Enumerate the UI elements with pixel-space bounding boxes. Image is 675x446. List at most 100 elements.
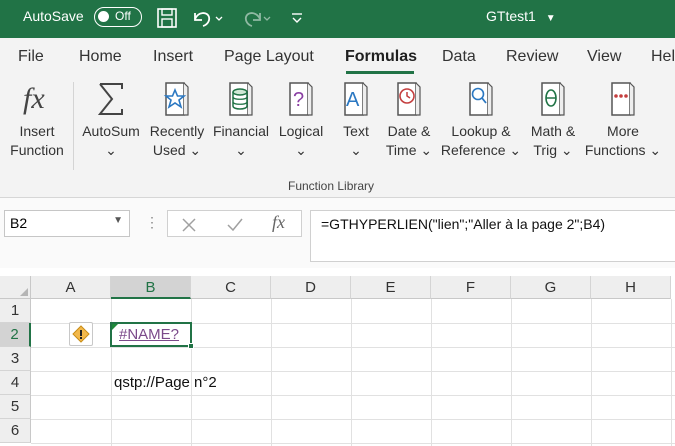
svg-text:fx: fx: [23, 82, 45, 115]
magnifier-icon: [469, 82, 493, 116]
date-time-label-1: Date &: [387, 123, 431, 139]
more-functions-button[interactable]: More Functions ⌄: [584, 80, 662, 160]
save-icon[interactable]: [155, 5, 179, 31]
recently-used-icon: [163, 82, 189, 116]
row-header-2[interactable]: 2: [0, 323, 31, 347]
date-time-label-2: Time ⌄: [385, 142, 433, 158]
name-box-value: B2: [10, 215, 28, 231]
name-box[interactable]: B2 ▼: [4, 210, 130, 237]
text-label-2: ⌄: [350, 142, 362, 158]
tab-file[interactable]: File: [18, 48, 44, 66]
cell-b2-value[interactable]: #NAME?: [119, 326, 179, 343]
fx-icon: fx: [23, 82, 45, 115]
insert-function-label-1: Insert: [19, 123, 55, 139]
enter-icon[interactable]: [226, 216, 244, 234]
clock-icon: [397, 82, 421, 116]
title-bar: AutoSave Off GTtest1 ▼: [0, 0, 675, 38]
text-label-1: Text: [343, 123, 369, 139]
gridline: [351, 299, 352, 446]
date-time-button[interactable]: Date & Time ⌄: [380, 80, 438, 160]
autosum-button[interactable]: AutoSum ⌄: [78, 80, 144, 160]
cell-b4-value[interactable]: qstp://Page n°2: [114, 374, 217, 391]
fill-handle[interactable]: [188, 343, 194, 349]
select-all-corner[interactable]: [0, 276, 31, 299]
financial-label-2: ⌄: [235, 142, 247, 158]
error-indicator-icon: [112, 324, 118, 330]
row-header-6[interactable]: 6: [0, 419, 31, 443]
gridline: [31, 419, 675, 420]
column-header-b[interactable]: B: [111, 276, 191, 299]
column-header-a[interactable]: A: [31, 276, 111, 299]
redo-icon[interactable]: [238, 5, 272, 31]
row-header-4[interactable]: 4: [0, 371, 31, 395]
gridline: [31, 347, 675, 348]
formula-input[interactable]: =GTHYPERLIEN("lien";"Aller à la page 2";…: [310, 210, 675, 262]
gridline: [671, 299, 672, 446]
worksheet-grid: A B C D E F G H 1 2 3 4 5 6: [0, 276, 675, 446]
insert-function-fx-button[interactable]: fx: [272, 212, 285, 233]
undo-icon[interactable]: [190, 5, 224, 31]
tab-home[interactable]: Home: [79, 48, 122, 66]
sigma-icon: [97, 83, 123, 115]
svg-text:?: ?: [293, 89, 304, 111]
row-header-3[interactable]: 3: [0, 347, 31, 371]
more-functions-label-1: More: [607, 123, 639, 139]
lookup-reference-button[interactable]: Lookup & Reference ⌄: [440, 80, 522, 160]
theta-icon: [541, 82, 565, 116]
column-header-c[interactable]: C: [191, 276, 271, 299]
gridline: [31, 395, 675, 396]
formula-bar: B2 ▼ ⋮ fx =GTHYPERLIEN("lien";"Aller à l…: [0, 198, 675, 268]
select-all-triangle: [20, 288, 28, 296]
insert-function-button[interactable]: fx Insert Function: [6, 80, 68, 160]
tab-page-layout[interactable]: Page Layout: [224, 48, 314, 66]
document-title[interactable]: GTtest1 ▼: [486, 8, 556, 24]
tab-insert[interactable]: Insert: [153, 48, 193, 66]
cancel-icon[interactable]: [180, 216, 198, 234]
tab-formulas[interactable]: Formulas: [345, 48, 417, 66]
column-header-d[interactable]: D: [271, 276, 351, 299]
financial-label-1: Financial: [212, 123, 270, 139]
column-header-g[interactable]: G: [511, 276, 591, 299]
formula-buttons: fx: [167, 210, 302, 237]
chevron-down-icon[interactable]: ▼: [113, 215, 123, 226]
column-header-e[interactable]: E: [351, 276, 431, 299]
tab-help[interactable]: Hel: [651, 48, 675, 66]
ribbon-tabs: File Home Insert Page Layout Formulas Da…: [0, 38, 675, 74]
math-label-1: Math &: [530, 123, 576, 139]
autosave-state: Off: [115, 9, 131, 23]
autosave-toggle[interactable]: Off: [94, 7, 142, 27]
tab-review[interactable]: Review: [506, 48, 558, 66]
logical-label-2: ⌄: [295, 142, 307, 158]
chevron-down-icon: ▼: [545, 13, 556, 24]
text-button[interactable]: A Text ⌄: [334, 80, 378, 160]
row-header-5[interactable]: 5: [0, 395, 31, 419]
column-header-h[interactable]: H: [591, 276, 671, 299]
math-label-2: Trig ⌄: [533, 142, 573, 158]
column-header-f[interactable]: F: [431, 276, 511, 299]
autosave-label: AutoSave: [23, 8, 84, 24]
insert-function-label-2: Function: [10, 142, 64, 158]
gridline: [31, 371, 675, 372]
autosum-label-1: AutoSum: [82, 123, 140, 139]
gridline: [271, 299, 272, 446]
error-checking-button[interactable]: [69, 322, 93, 346]
recently-used-label-2: Used ⌄: [152, 142, 202, 158]
gridline: [31, 443, 675, 444]
autosum-label-2: ⌄: [105, 142, 117, 158]
row-header-1[interactable]: 1: [0, 299, 31, 323]
ribbon-separator: [73, 82, 74, 170]
financial-button[interactable]: Financial ⌄: [210, 80, 272, 160]
toggle-knob: [98, 11, 109, 22]
recently-used-label-1: Recently: [149, 123, 205, 139]
document-title-text: GTtest1: [486, 8, 536, 24]
lookup-label-2: Reference ⌄: [440, 142, 522, 158]
math-trig-button[interactable]: Math & Trig ⌄: [524, 80, 582, 160]
function-library-group-label: Function Library: [288, 179, 375, 193]
tab-data[interactable]: Data: [442, 48, 476, 66]
recently-used-button[interactable]: Recently Used ⌄: [146, 80, 208, 160]
tab-view[interactable]: View: [587, 48, 621, 66]
gridline: [511, 299, 512, 446]
formula-bar-grip-icon[interactable]: ⋮: [145, 214, 159, 231]
customize-toolbar-icon[interactable]: [288, 5, 306, 31]
logical-button[interactable]: ? Logical ⌄: [274, 80, 328, 160]
